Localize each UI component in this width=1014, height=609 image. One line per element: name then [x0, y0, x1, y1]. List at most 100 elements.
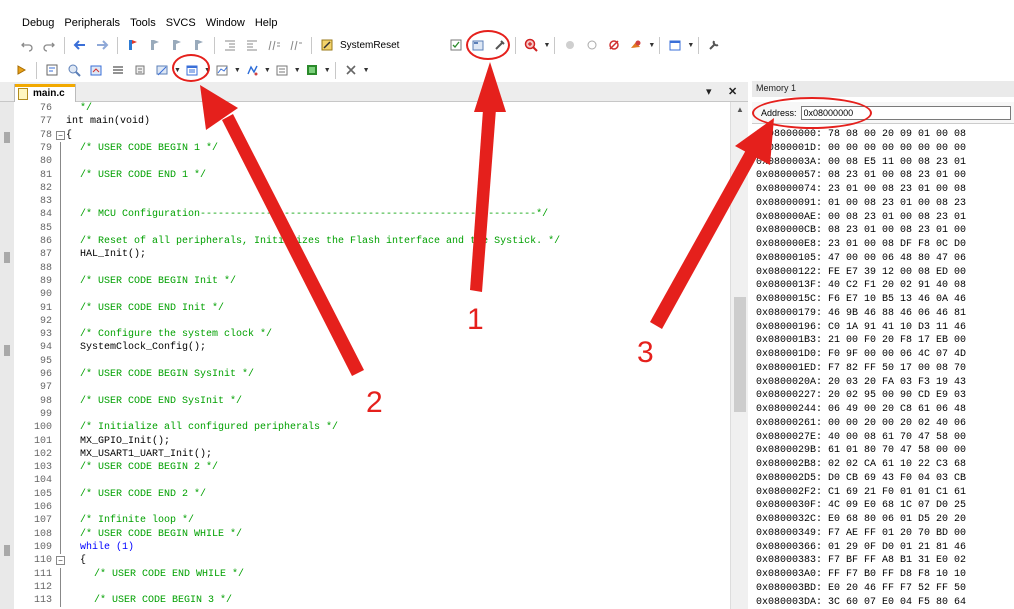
memory-row[interactable]: 0x08000105: 47 00 00 06 48 80 47 06	[756, 252, 966, 266]
memory-row[interactable]: 0x080002D5: D0 CB 69 43 F0 04 03 CB	[756, 472, 966, 486]
memory-row[interactable]: 0x08000261: 00 00 20 00 20 02 40 06	[756, 417, 966, 431]
chevron-down-icon[interactable]: ▼	[264, 67, 271, 74]
system-reset-label[interactable]: SystemReset	[340, 40, 399, 51]
code-line[interactable]: 105 /* USER CODE END 2 */	[0, 488, 730, 501]
window-icon[interactable]	[273, 61, 291, 79]
forward-icon[interactable]	[93, 36, 111, 54]
bookmark-prev-icon[interactable]	[146, 36, 164, 54]
menu-debug[interactable]: Debug	[0, 17, 59, 29]
code-line[interactable]: 108 /* USER CODE BEGIN WHILE */	[0, 528, 730, 541]
code-line[interactable]: 76 */	[0, 102, 730, 115]
close-icon[interactable]: ✕	[728, 85, 737, 98]
memory-row[interactable]: 0x0800013F: 40 C2 F1 20 02 91 40 08	[756, 279, 966, 293]
system-viewer-icon[interactable]	[303, 61, 321, 79]
memory-row[interactable]: 0x08000179: 46 9B 46 88 46 06 46 81	[756, 307, 966, 321]
memory-row[interactable]: 0x08000227: 20 02 95 00 90 CD E9 03	[756, 389, 966, 403]
wrench-icon[interactable]	[705, 36, 723, 54]
code-line[interactable]: 94 SystemClock_Config();	[0, 341, 730, 354]
memory-row[interactable]: 0x080003DA: 3C 60 07 E0 04 F5 80 64	[756, 596, 966, 609]
editor-scrollbar[interactable]: ▲	[730, 102, 748, 609]
code-line[interactable]: 99	[0, 408, 730, 421]
code-line[interactable]: 86 /* Reset of all peripherals, Initializ…	[0, 235, 730, 248]
chevron-down-icon[interactable]: ▼	[324, 67, 331, 74]
memory-row[interactable]: 0x080002F2: C1 69 21 F0 01 01 C1 61	[756, 486, 966, 500]
window-layout-combo[interactable]: ▼	[664, 36, 694, 54]
fold-toggle[interactable]: −	[56, 130, 65, 140]
menu-tools[interactable]: Tools	[125, 17, 161, 29]
bookmark-clear-icon[interactable]	[190, 36, 208, 54]
code-line[interactable]: 91 /* USER CODE END Init */	[0, 302, 730, 315]
analysis-window-combo[interactable]: ▼	[211, 61, 241, 79]
memory-row[interactable]: 0x08000383: F7 BF FF A8 B1 31 E0 02	[756, 554, 966, 568]
serial-window-icon[interactable]	[153, 61, 171, 79]
memory-row[interactable]: 0x08000366: 01 29 0F D0 01 21 81 46	[756, 541, 966, 555]
code-line[interactable]: 110 {	[0, 554, 730, 567]
chevron-down-icon[interactable]: ▾	[706, 85, 712, 98]
memory-row[interactable]: 0x0800003A: 00 08 E5 11 00 08 23 01	[756, 156, 966, 170]
code-line[interactable]: 83	[0, 195, 730, 208]
chevron-down-icon[interactable]: ▼	[363, 67, 370, 74]
peripheral-window-combo[interactable]: ▼	[271, 61, 301, 79]
chevron-down-icon[interactable]: ▼	[543, 42, 550, 49]
code-line[interactable]: 98 /* USER CODE END SysInit */	[0, 395, 730, 408]
bookmark-icon[interactable]	[124, 36, 142, 54]
code-line[interactable]: 82	[0, 182, 730, 195]
chevron-down-icon[interactable]: ▼	[648, 42, 655, 49]
code-line[interactable]: 95	[0, 355, 730, 368]
memory-row[interactable]: 0x08000349: F7 AE FF 01 20 70 BD 00	[756, 527, 966, 541]
outdent-icon[interactable]	[243, 36, 261, 54]
memory-row[interactable]: 0x080003A0: FF F7 B0 FF D8 F8 10 10	[756, 568, 966, 582]
memory-row[interactable]: 0x0800032C: E0 68 80 06 01 D5 20 20	[756, 513, 966, 527]
fold-toggle[interactable]: −	[56, 556, 65, 566]
tools-icon[interactable]	[627, 36, 645, 54]
code-line[interactable]: 80	[0, 155, 730, 168]
breakpoint-disable-icon[interactable]	[583, 36, 601, 54]
menu-help[interactable]: Help	[250, 17, 283, 29]
code-line[interactable]: 87 HAL_Init();	[0, 248, 730, 261]
memory-row[interactable]: 0x08000057: 08 23 01 00 08 23 01 00	[756, 169, 966, 183]
back-icon[interactable]	[71, 36, 89, 54]
scrollbar-thumb[interactable]	[734, 297, 746, 412]
debug-session-combo[interactable]: ▼	[520, 36, 550, 54]
code-line[interactable]: 102 MX_USART1_UART_Init();	[0, 448, 730, 461]
undo-icon[interactable]	[18, 36, 36, 54]
memory-row[interactable]: 0x0800015C: F6 E7 10 B5 13 46 0A 46	[756, 293, 966, 307]
code-line[interactable]: 112	[0, 581, 730, 594]
memory-row[interactable]: 0x0800020A: 20 03 20 FA 03 F3 19 43	[756, 376, 966, 390]
code-line[interactable]: 92	[0, 315, 730, 328]
code-line[interactable]: 101 MX_GPIO_Init();	[0, 435, 730, 448]
code-line[interactable]: 79 /* USER CODE BEGIN 1 */	[0, 142, 730, 155]
code-line[interactable]: 104	[0, 474, 730, 487]
indent-icon[interactable]	[221, 36, 239, 54]
code-line[interactable]: 103 /* USER CODE BEGIN 2 */	[0, 461, 730, 474]
breakpoint-kill-icon[interactable]	[605, 36, 623, 54]
chevron-down-icon[interactable]: ▼	[687, 42, 694, 49]
memory-row[interactable]: 0x08000244: 06 49 00 20 C8 61 06 48	[756, 403, 966, 417]
step-over-icon[interactable]	[65, 61, 83, 79]
trace-icon[interactable]	[243, 61, 261, 79]
chevron-down-icon[interactable]: ▼	[294, 67, 301, 74]
code-line[interactable]: 113 /* USER CODE BEGIN 3 */	[0, 594, 730, 607]
code-line[interactable]: 78 {	[0, 129, 730, 142]
scroll-up-icon[interactable]: ▲	[736, 105, 744, 114]
code-line[interactable]: 107 /* Infinite loop */	[0, 514, 730, 527]
memory-row[interactable]: 0x08000091: 01 00 08 23 01 00 08 23	[756, 197, 966, 211]
code-line[interactable]: 109 while (1)	[0, 541, 730, 554]
code-line[interactable]: 106	[0, 501, 730, 514]
chevron-down-icon[interactable]: ▼	[234, 67, 241, 74]
code-line[interactable]: 93 /* Configure the system clock */	[0, 328, 730, 341]
trace-window-combo[interactable]: ▼	[241, 61, 271, 79]
code-editor[interactable]: 76 */ 77 int main(void) 78 {79 /* USER CODE BE…	[0, 102, 748, 609]
bookmark-next-icon[interactable]	[168, 36, 186, 54]
comment-icon[interactable]	[265, 36, 283, 54]
step-icon[interactable]	[43, 61, 61, 79]
trace-icon[interactable]	[131, 61, 149, 79]
tab-main-c[interactable]: main.c	[14, 84, 76, 102]
tools-combo[interactable]: ▼	[625, 36, 655, 54]
debug-view-icon[interactable]	[447, 36, 465, 54]
code-line[interactable]: 96 /* USER CODE BEGIN SysInit */	[0, 368, 730, 381]
memory-row[interactable]: 0x080001ED: F7 82 FF 50 17 00 08 70	[756, 362, 966, 376]
code-line[interactable]: 97	[0, 381, 730, 394]
breakpoint-icon[interactable]	[561, 36, 579, 54]
memory-row[interactable]: 0x0800027E: 40 00 08 61 70 47 58 00	[756, 431, 966, 445]
